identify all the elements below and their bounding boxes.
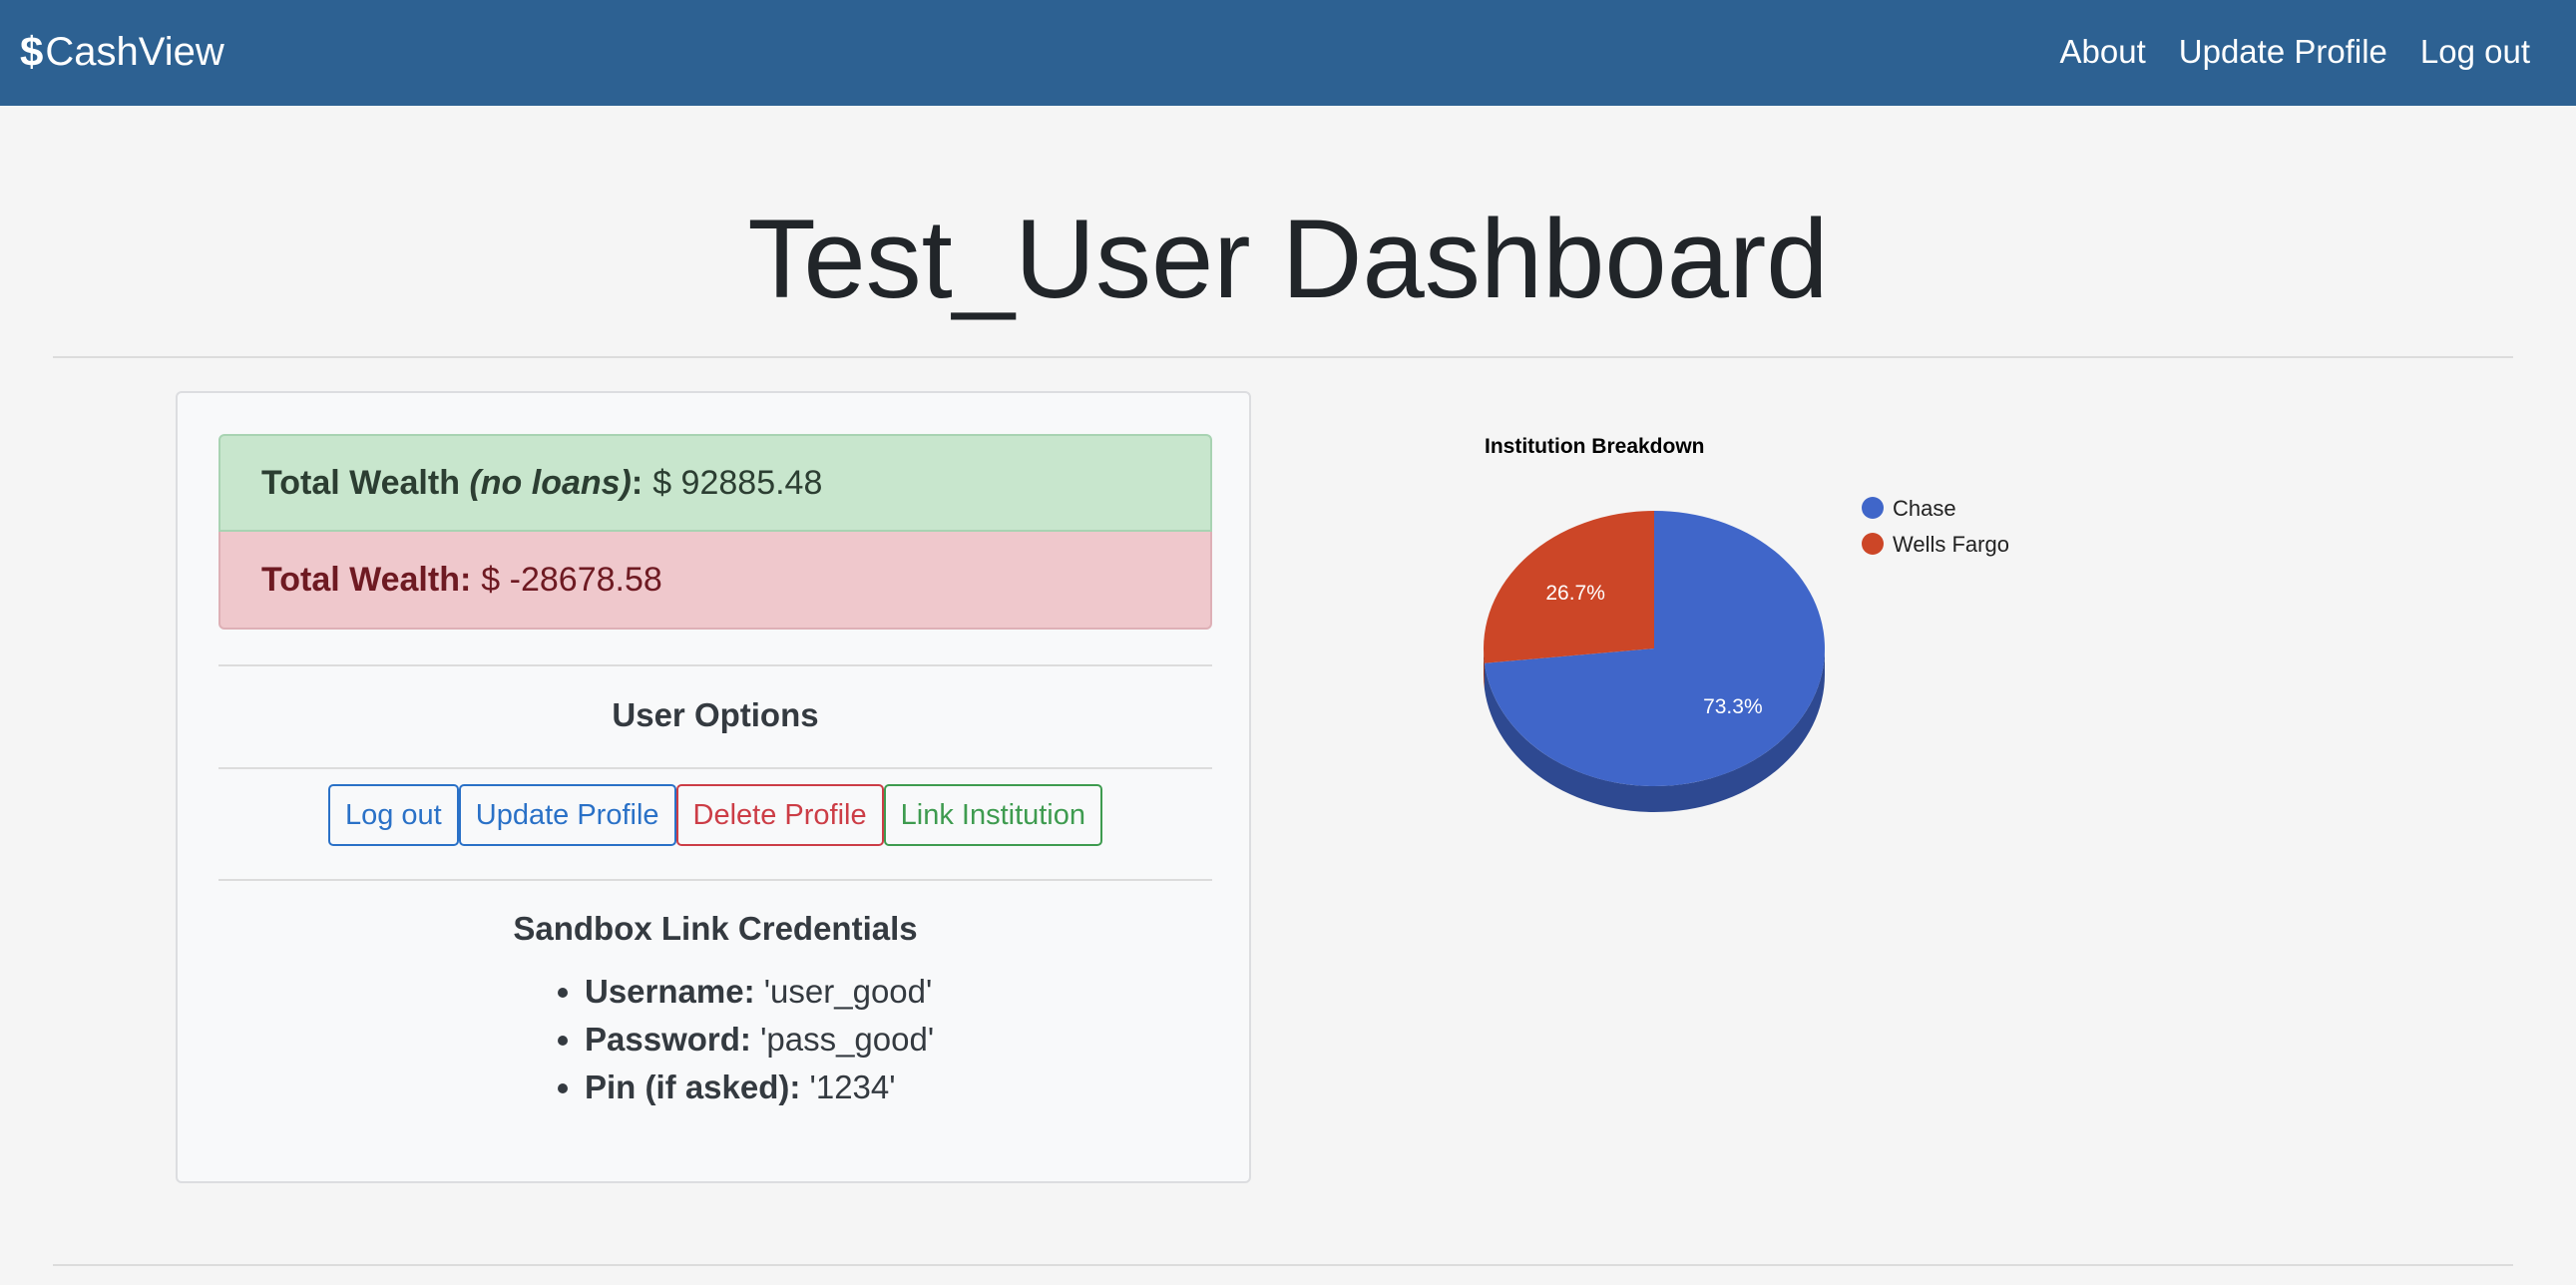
legend-label: Wells Fargo — [1893, 532, 2009, 557]
credential-username: Username: 'user_good' — [585, 968, 934, 1016]
wealth-no-loans-alert: Total Wealth (no loans): $ 92885.48 — [218, 434, 1212, 532]
sandbox-credentials-heading: Sandbox Link Credentials — [513, 910, 918, 947]
top-navbar: $ CashView About Update Profile Log out — [0, 0, 2576, 106]
chart-title: Institution Breakdown — [1485, 435, 1705, 458]
nav-logout-link[interactable]: Log out — [2420, 33, 2530, 71]
divider — [218, 664, 1212, 666]
legend-label: Chase — [1893, 496, 1956, 521]
institution-pie-chart: Institution Breakdown 73.3% 26.7% Chase Well… — [1484, 435, 2009, 813]
pie-slice-label: 26.7% — [1545, 582, 1605, 605]
nav-about-link[interactable]: About — [2060, 33, 2146, 71]
user-options-heading: User Options — [612, 696, 819, 733]
link-institution-button[interactable]: Link Institution — [883, 784, 1103, 846]
nav-links: About Update Profile Log out — [2027, 22, 2530, 82]
brand-name: CashView — [45, 29, 224, 74]
page-title: Test_User Dashboard — [747, 197, 1829, 321]
legend-swatch — [1862, 497, 1884, 519]
total-wealth-label: Total Wealth: — [261, 560, 472, 599]
divider — [218, 767, 1212, 769]
credential-password: Password: 'pass_good' — [585, 1016, 934, 1064]
total-wealth-value: $ -28678.58 — [481, 560, 662, 599]
footer-divider — [53, 1264, 2513, 1266]
divider — [218, 879, 1212, 881]
delete-profile-button[interactable]: Delete Profile — [675, 784, 884, 846]
title-divider — [53, 356, 2513, 358]
wealth-no-loans-label: Total Wealth (no loans): — [261, 463, 644, 502]
update-profile-button[interactable]: Update Profile — [458, 784, 676, 846]
nav-update-profile-link[interactable]: Update Profile — [2179, 33, 2387, 71]
logout-button[interactable]: Log out — [327, 784, 459, 846]
dollar-icon: $ — [20, 28, 44, 75]
total-wealth-alert: Total Wealth: $ -28678.58 — [218, 532, 1212, 630]
wealth-no-loans-value: $ 92885.48 — [652, 463, 823, 502]
credential-pin: Pin (if asked): '1234' — [585, 1064, 934, 1111]
brand-logo-link[interactable]: $ CashView — [20, 22, 224, 82]
user-summary-card: Total Wealth (no loans): $ 92885.48 Tota… — [176, 391, 1251, 1183]
sandbox-credentials-list: Username: 'user_good' Password: 'pass_go… — [555, 968, 934, 1111]
legend-swatch — [1862, 533, 1884, 555]
institution-chart-panel: Institution Breakdown 73.3% 26.7% Chase Well… — [1303, 391, 2301, 920]
pie-slice-label: 73.3% — [1703, 695, 1763, 718]
user-options-buttons: Log out Update Profile Delete Profile Li… — [178, 784, 1253, 846]
